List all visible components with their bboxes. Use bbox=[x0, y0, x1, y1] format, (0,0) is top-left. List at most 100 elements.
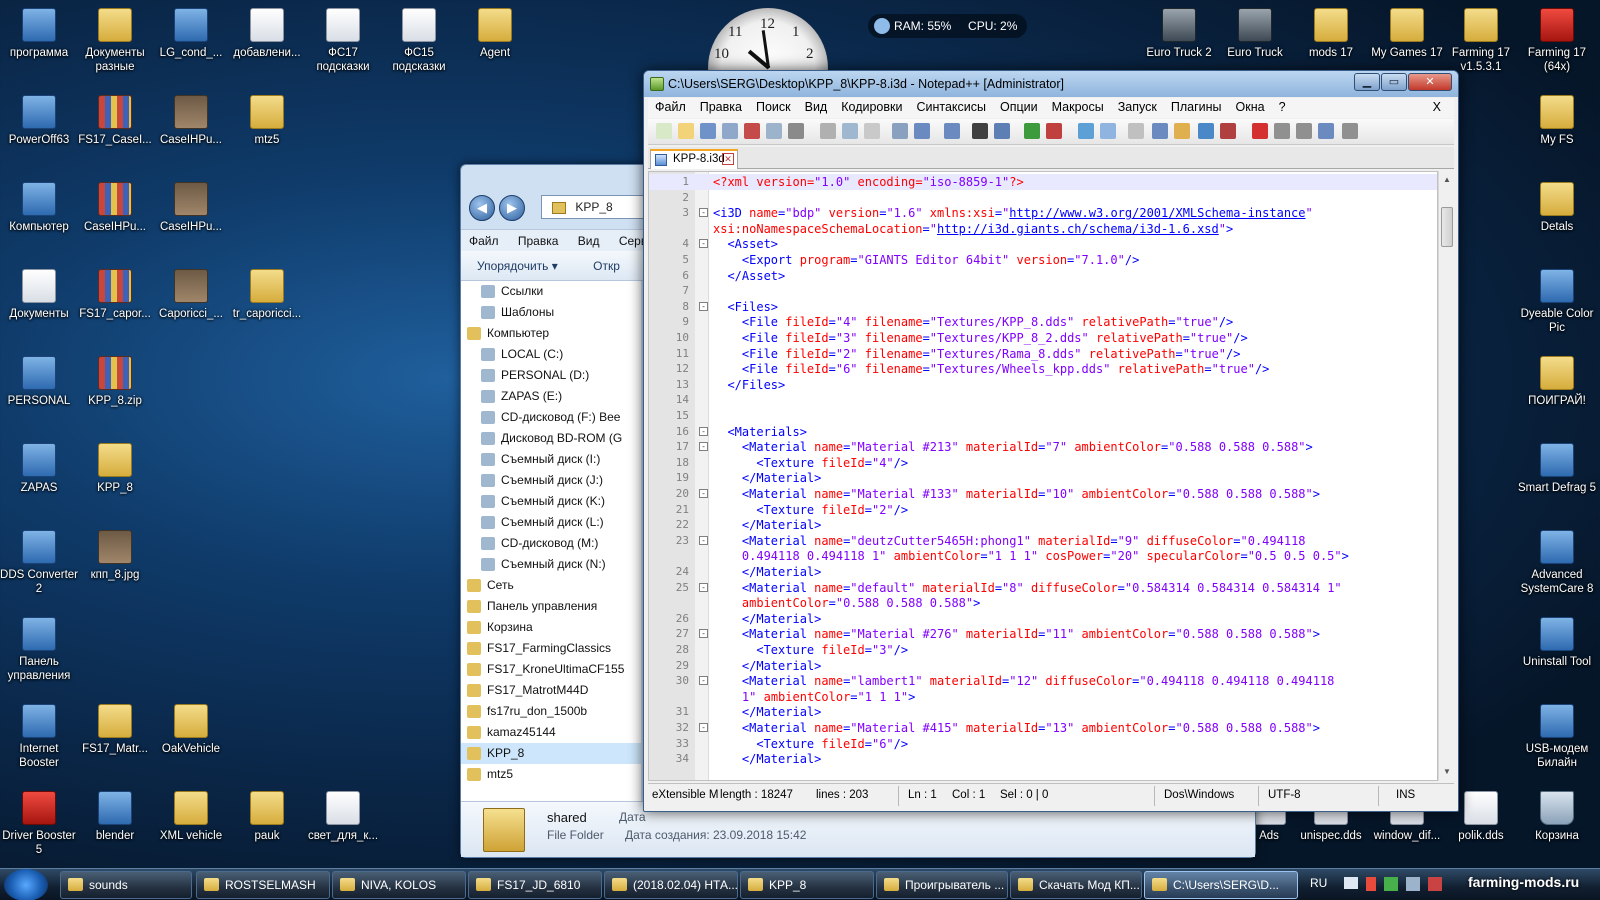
desktop-icon[interactable]: CaseIHPu... bbox=[152, 95, 230, 147]
desktop-icon[interactable]: tr_caporicci... bbox=[228, 269, 306, 321]
desktop-icon[interactable]: OakVehicle bbox=[152, 704, 230, 756]
code-line[interactable]: 33 <Texture fileId="6"/> bbox=[649, 736, 1437, 752]
close-document-button[interactable]: X bbox=[1426, 98, 1448, 116]
menu-item[interactable]: ? bbox=[1272, 98, 1293, 116]
desktop-icon[interactable]: KPP_8.zip bbox=[76, 356, 154, 408]
toolbar-button-icon[interactable] bbox=[864, 123, 880, 139]
desktop-icon[interactable]: KPP_8 bbox=[76, 443, 154, 495]
menu-item[interactable]: Опции bbox=[993, 98, 1045, 116]
fold-toggle-icon[interactable]: - bbox=[699, 442, 708, 452]
menu-item[interactable]: Файл bbox=[648, 98, 693, 116]
code-line[interactable]: 9 <File fileId="4" filename="Textures/KP… bbox=[649, 314, 1437, 330]
tree-item[interactable]: FS17_KroneUltimaCF155 bbox=[461, 659, 641, 680]
toolbar-button-icon[interactable] bbox=[788, 123, 804, 139]
desktop-icon[interactable]: кпп_8.jpg bbox=[76, 530, 154, 582]
code-line[interactable]: ambientColor="0.588 0.588 0.588"> bbox=[649, 595, 1437, 611]
code-line[interactable]: 32 - <Material name="Material #415" mater… bbox=[649, 720, 1437, 736]
code-line[interactable]: 2 bbox=[649, 190, 1437, 206]
code-line[interactable]: 25- <Material name="default" materialId=… bbox=[649, 580, 1437, 596]
desktop-icon[interactable]: свет_для_к... bbox=[304, 791, 382, 843]
desktop-icon[interactable]: mods 17 bbox=[1292, 8, 1370, 60]
code-line[interactable]: 19 </Material> bbox=[649, 470, 1437, 486]
tree-item[interactable]: Панель управления bbox=[461, 596, 641, 617]
fold-toggle-icon[interactable]: - bbox=[699, 582, 708, 592]
menu-item[interactable]: Поиск bbox=[749, 98, 798, 116]
desktop-icon[interactable]: добавлени... bbox=[228, 8, 306, 60]
fold-toggle-icon[interactable]: - bbox=[699, 208, 708, 218]
taskbar-button[interactable]: sounds bbox=[60, 871, 192, 899]
tray-app-icon[interactable] bbox=[1406, 877, 1420, 891]
taskbar-button[interactable]: (2018.02.04) НТА... bbox=[604, 871, 738, 899]
tree-item[interactable]: FS17_MatrotM44D bbox=[461, 680, 641, 701]
tab-kpp-8-i3d[interactable]: KPP-8.i3d ✕ bbox=[650, 149, 738, 169]
desktop-icon[interactable]: CaseIHPu... bbox=[76, 182, 154, 234]
code-line[interactable]: 31 </Material> bbox=[649, 704, 1437, 720]
desktop-icon[interactable]: Internet Booster bbox=[0, 704, 78, 770]
tree-item[interactable]: PERSONAL (D:) bbox=[461, 365, 641, 386]
flag-icon[interactable] bbox=[1428, 877, 1442, 891]
code-line[interactable]: 26 </Material> bbox=[649, 611, 1437, 627]
toolbar-button-icon[interactable] bbox=[914, 123, 930, 139]
desktop-icon[interactable]: Панель управления bbox=[0, 617, 78, 683]
fold-toggle-icon[interactable]: - bbox=[699, 629, 708, 639]
toolbar-button-icon[interactable] bbox=[1152, 123, 1168, 139]
code-line[interactable]: 23- <Material name = "deutzCutter5465H:pho… bbox=[649, 533, 1437, 549]
fold-toggle-icon[interactable]: - bbox=[699, 535, 708, 545]
desktop-icon[interactable]: Компьютер bbox=[0, 182, 78, 234]
toolbar-button-icon[interactable] bbox=[1078, 123, 1094, 139]
desktop-icon[interactable]: Advanced SystemCare 8 bbox=[1518, 530, 1596, 596]
close-button[interactable]: ✕ bbox=[1408, 73, 1452, 91]
desktop-icon[interactable]: My Games 17 bbox=[1368, 8, 1446, 60]
desktop-icon[interactable]: ZAPAS bbox=[0, 443, 78, 495]
maximize-button[interactable]: ▭ bbox=[1381, 73, 1407, 91]
desktop-icon[interactable]: Driver Booster 5 bbox=[0, 791, 78, 857]
menu-item[interactable]: Кодировки bbox=[834, 98, 909, 116]
code-line[interactable]: 1" ambientColor="1 1 1"> bbox=[649, 689, 1437, 705]
toolbar-button-icon[interactable] bbox=[766, 123, 782, 139]
desktop-icon[interactable]: FS17_Matr... bbox=[76, 704, 154, 756]
toolbar-button-icon[interactable] bbox=[994, 123, 1010, 139]
code-line[interactable]: 28 <Texture fileId="3"/> bbox=[649, 642, 1437, 658]
code-line[interactable]: xsi:noNamespaceSchemaLocation="http://i3… bbox=[649, 221, 1437, 237]
fold-toggle-icon[interactable]: - bbox=[699, 723, 708, 732]
code-editor[interactable]: 1 <?xml version="1.0" encoding="iso-8859-… bbox=[648, 171, 1438, 781]
toolbar-button-icon[interactable] bbox=[1220, 123, 1236, 139]
code-line[interactable]: 16- <Materials> bbox=[649, 424, 1437, 440]
toolbar-button-icon[interactable] bbox=[972, 123, 988, 139]
code-line[interactable]: 6 </Asset> bbox=[649, 268, 1437, 284]
desktop-icon[interactable]: Farming 17 (64x) bbox=[1518, 8, 1596, 74]
toolbar-button-icon[interactable] bbox=[700, 123, 716, 139]
code-line[interactable]: 3- <i3D name="bdp" version="1.6" xmlns:xs… bbox=[649, 205, 1437, 221]
fold-toggle-icon[interactable]: - bbox=[699, 426, 708, 436]
tree-item[interactable]: KPP_8 bbox=[461, 743, 641, 764]
toolbar-button-icon[interactable] bbox=[678, 123, 694, 139]
toolbar-button-icon[interactable] bbox=[1274, 123, 1290, 139]
desktop-icon[interactable]: Smart Defrag 5 bbox=[1518, 443, 1596, 495]
desktop-icon[interactable]: Документы bbox=[0, 269, 78, 321]
toolbar-button-icon[interactable] bbox=[1174, 123, 1190, 139]
toolbar-button-icon[interactable] bbox=[1318, 123, 1334, 139]
minimize-button[interactable]: ▁ bbox=[1354, 73, 1380, 91]
tree-item[interactable]: Компьютер bbox=[461, 323, 641, 344]
menu-item[interactable]: Окна bbox=[1229, 98, 1272, 116]
code-line[interactable]: 18 <Texture fileId="4"/> bbox=[649, 455, 1437, 471]
desktop-icon[interactable]: PERSONAL bbox=[0, 356, 78, 408]
desktop-icon[interactable]: CaseIHPu... bbox=[152, 182, 230, 234]
menu-item[interactable]: Синтаксисы bbox=[909, 98, 993, 116]
language-indicator[interactable]: RU bbox=[1310, 876, 1327, 890]
code-line[interactable]: 5 <Export program="GIANTS Editor 64bit" … bbox=[649, 252, 1437, 268]
desktop-icon[interactable]: программа bbox=[0, 8, 78, 60]
desktop-icon[interactable]: USB-модем Билайн bbox=[1518, 704, 1596, 770]
tree-item[interactable]: FS17_FarmingClassics bbox=[461, 638, 641, 659]
toolbar-button-icon[interactable] bbox=[1128, 123, 1144, 139]
toolbar-button-icon[interactable] bbox=[1100, 123, 1116, 139]
desktop-icon[interactable]: Farming 17 v1.5.3.1 bbox=[1442, 8, 1520, 74]
menu-item[interactable]: Макросы bbox=[1045, 98, 1111, 116]
code-line[interactable]: 12 <File fileId="6" filename="Textures/W… bbox=[649, 361, 1437, 377]
code-line[interactable]: 27- <Material name="Material #276" mater… bbox=[649, 626, 1437, 642]
mail-icon[interactable] bbox=[1344, 877, 1358, 889]
code-line[interactable]: 14 bbox=[649, 392, 1437, 408]
code-line[interactable]: 1 <?xml version="1.0" encoding="iso-8859-… bbox=[649, 174, 1437, 190]
toolbar-button-icon[interactable] bbox=[1252, 123, 1268, 139]
taskbar-button[interactable]: ROSTSELMASH bbox=[196, 871, 330, 899]
